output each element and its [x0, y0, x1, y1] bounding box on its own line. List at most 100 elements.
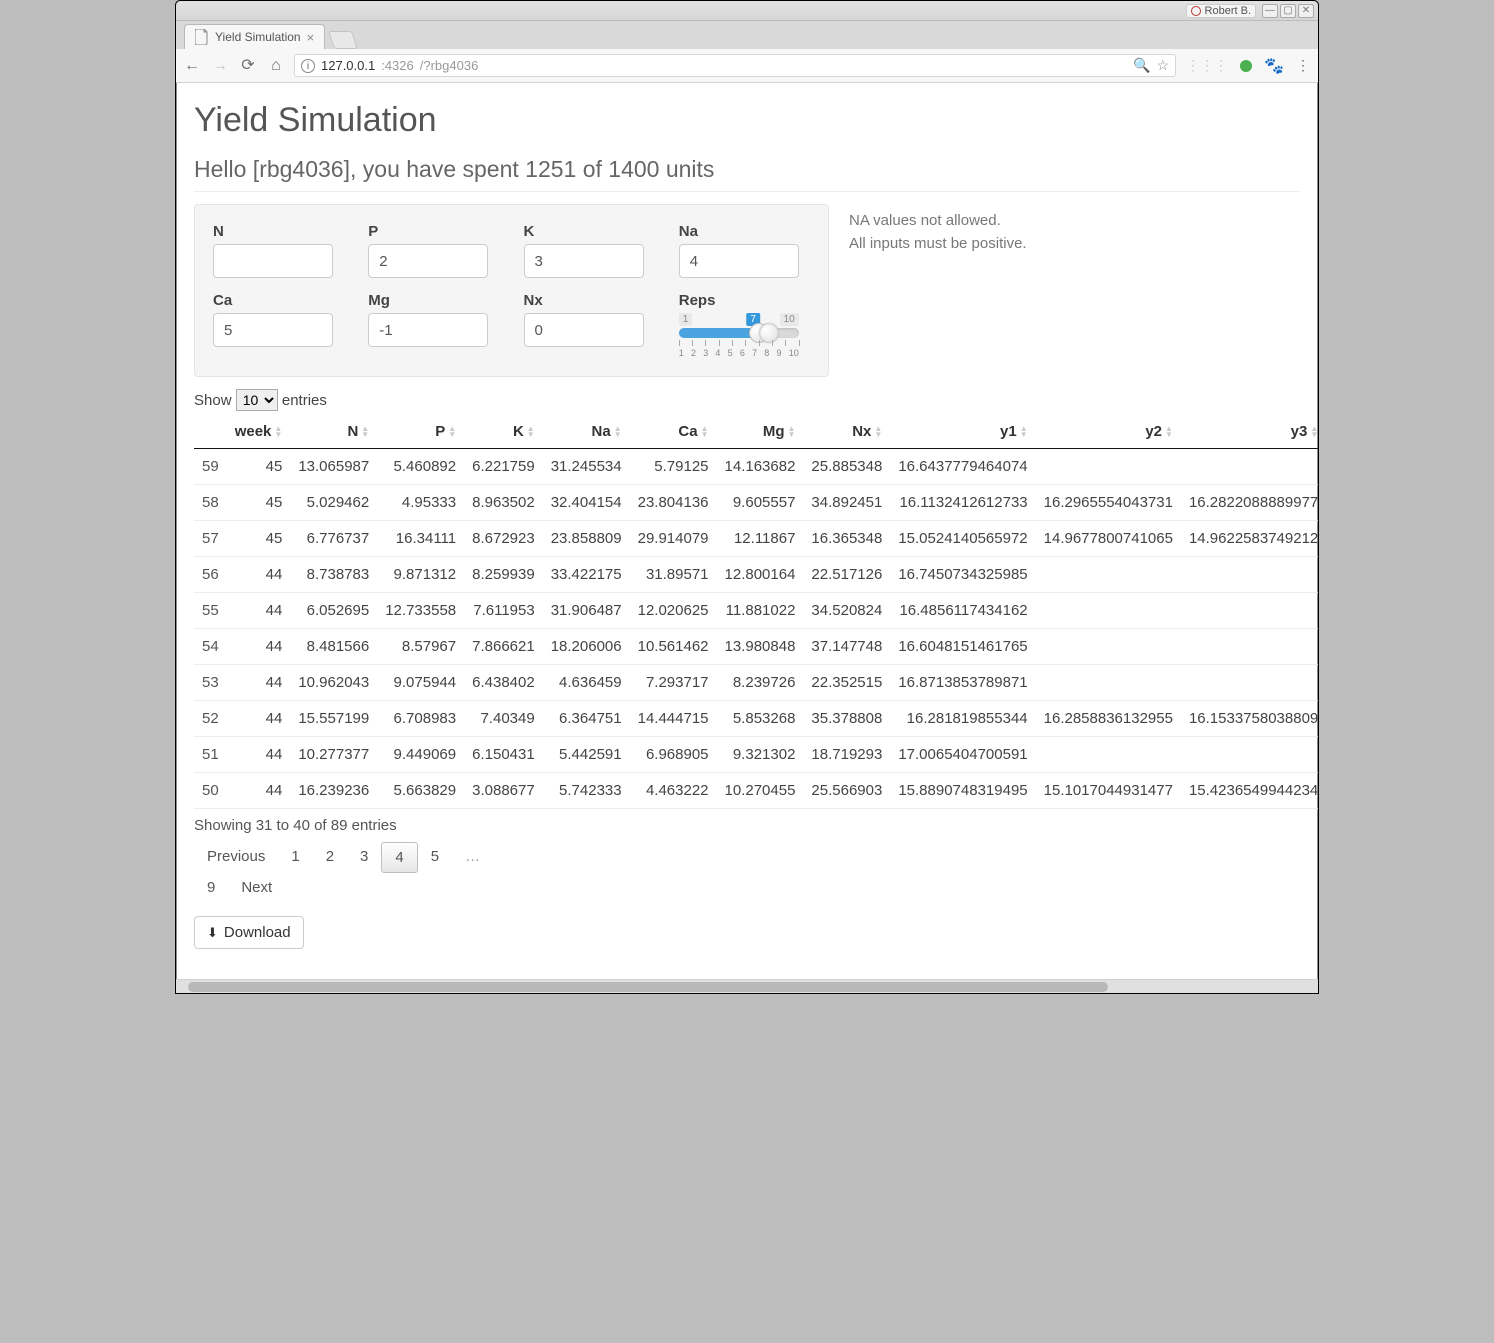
window-maximize-button[interactable]: ▢: [1280, 4, 1296, 18]
table-cell: 8.259939: [464, 557, 543, 593]
table-row[interactable]: 534410.9620439.0759446.4384024.6364597.2…: [194, 665, 1318, 701]
table-row[interactable]: 524415.5571996.7089837.403496.36475114.4…: [194, 701, 1318, 737]
os-user-badge[interactable]: Robert B.: [1186, 4, 1256, 18]
input-k[interactable]: [524, 244, 644, 278]
table-cell: 5.460892: [377, 449, 464, 485]
back-button[interactable]: ←: [184, 58, 200, 74]
table-cell: 18.719293: [803, 737, 890, 773]
table-row[interactable]: 58455.0294624.953338.96350232.40415423.8…: [194, 485, 1318, 521]
extension-icon[interactable]: ⋮⋮⋮: [1186, 57, 1228, 74]
column-header[interactable]: P▲▼: [377, 415, 464, 449]
table-row[interactable]: 57456.77673716.341118.67292323.85880929.…: [194, 521, 1318, 557]
column-header[interactable]: N▲▼: [290, 415, 377, 449]
table-cell: 15.8890748319495: [890, 773, 1035, 809]
forward-button[interactable]: →: [212, 58, 228, 74]
tab-favicon-icon: [195, 29, 209, 45]
pagination-page[interactable]: 1: [278, 842, 312, 873]
input-nx[interactable]: [524, 313, 644, 347]
table-cell: 5.742333: [543, 773, 630, 809]
window-minimize-button[interactable]: —: [1262, 4, 1278, 18]
site-info-icon[interactable]: i: [301, 59, 315, 73]
scrollbar-thumb[interactable]: [188, 982, 1108, 992]
table-cell: 10.962043: [290, 665, 377, 701]
window-close-button[interactable]: ✕: [1298, 4, 1314, 18]
datatable-length-select[interactable]: 10: [236, 389, 278, 411]
table-row[interactable]: 54448.4815668.579677.86662118.20600610.5…: [194, 629, 1318, 665]
column-header[interactable]: y1▲▼: [890, 415, 1035, 449]
slider-tick-label: 5: [728, 348, 733, 358]
pagination-page[interactable]: 9: [194, 873, 228, 902]
download-icon: ⬇: [207, 925, 218, 941]
table-cell: 7.293717: [630, 665, 717, 701]
table-cell: 8.57967: [377, 629, 464, 665]
bookmark-icon[interactable]: ☆: [1157, 57, 1170, 74]
os-titlebar: Robert B. — ▢ ✕: [176, 1, 1318, 21]
table-cell: 12.733558: [377, 593, 464, 629]
table-cell: 23.804136: [630, 485, 717, 521]
new-tab-button[interactable]: [328, 31, 358, 49]
input-p[interactable]: [368, 244, 488, 278]
table-cell: 12.800164: [717, 557, 804, 593]
horizontal-scrollbar[interactable]: [176, 979, 1318, 993]
table-row[interactable]: 56448.7387839.8713128.25993933.42217531.…: [194, 557, 1318, 593]
sort-icon: ▲▼: [614, 426, 622, 438]
page-title: Yield Simulation: [194, 101, 1300, 140]
pagination-previous[interactable]: Previous: [194, 842, 278, 873]
reload-button[interactable]: ⟳: [240, 58, 256, 74]
pagination-page[interactable]: 4: [381, 842, 417, 873]
column-header[interactable]: Ca▲▼: [630, 415, 717, 449]
search-in-url-icon[interactable]: 🔍: [1133, 57, 1150, 74]
table-cell: 31.245534: [543, 449, 630, 485]
sort-icon: ▲▼: [788, 426, 796, 438]
table-cell: 16.2858836132955: [1036, 701, 1181, 737]
column-header[interactable]: Na▲▼: [543, 415, 630, 449]
sort-icon: ▲▼: [1020, 426, 1028, 438]
browser-menu-button[interactable]: ⋮: [1296, 57, 1310, 74]
table-cell: 6.052695: [290, 593, 377, 629]
pagination-page[interactable]: 2: [313, 842, 347, 873]
input-na[interactable]: [679, 244, 799, 278]
gnome-icon[interactable]: 🐾: [1264, 56, 1284, 76]
slider-tick-label: 2: [691, 348, 696, 358]
browser-tab[interactable]: Yield Simulation ×: [184, 24, 325, 49]
pagination-page[interactable]: 3: [347, 842, 381, 873]
table-row[interactable]: 594513.0659875.4608926.22175931.2455345.…: [194, 449, 1318, 485]
input-mg[interactable]: [368, 313, 488, 347]
table-cell: [1036, 449, 1181, 485]
table-cell: 12.11867: [717, 521, 804, 557]
pagination: Previous12345…9Next: [194, 842, 494, 902]
pagination-next[interactable]: Next: [228, 873, 285, 902]
table-cell: 5.79125: [630, 449, 717, 485]
download-button[interactable]: ⬇ Download: [194, 916, 304, 949]
table-cell: 8.481566: [290, 629, 377, 665]
column-header[interactable]: K▲▼: [464, 415, 543, 449]
label-ca: Ca: [213, 292, 344, 309]
table-cell: [1036, 557, 1181, 593]
sort-icon: ▲▼: [1165, 426, 1173, 438]
table-cell: 59: [194, 449, 227, 485]
label-reps: Reps: [679, 292, 810, 309]
input-n[interactable]: [213, 244, 333, 278]
table-cell: 6.968905: [630, 737, 717, 773]
slider-tick-label: 10: [789, 348, 799, 358]
input-ca[interactable]: [213, 313, 333, 347]
extension-status-icon[interactable]: [1240, 60, 1252, 72]
table-cell: 8.239726: [717, 665, 804, 701]
url-bar[interactable]: i 127.0.0.1:4326/?rbg4036 🔍 ☆: [294, 54, 1176, 77]
column-header[interactable]: y2▲▼: [1036, 415, 1181, 449]
table-row[interactable]: 55446.05269512.7335587.61195331.90648712…: [194, 593, 1318, 629]
table-row[interactable]: 514410.2773779.4490696.1504315.4425916.9…: [194, 737, 1318, 773]
home-button[interactable]: ⌂: [268, 58, 284, 74]
reps-slider[interactable]: 1 7 10 12345678910: [679, 313, 799, 358]
table-cell: 34.520824: [803, 593, 890, 629]
pagination-page[interactable]: 5: [418, 842, 452, 873]
slider-tick-label: 6: [740, 348, 745, 358]
table-row[interactable]: 504416.2392365.6638293.0886775.7423334.4…: [194, 773, 1318, 809]
datatable-info: Showing 31 to 40 of 89 entries: [194, 817, 1300, 834]
column-header[interactable]: Mg▲▼: [717, 415, 804, 449]
column-header[interactable]: week▲▼: [227, 415, 291, 449]
table-cell: 9.075944: [377, 665, 464, 701]
tab-close-icon[interactable]: ×: [307, 30, 315, 45]
column-header[interactable]: y3▲▼: [1181, 415, 1318, 449]
column-header[interactable]: Nx▲▼: [803, 415, 890, 449]
